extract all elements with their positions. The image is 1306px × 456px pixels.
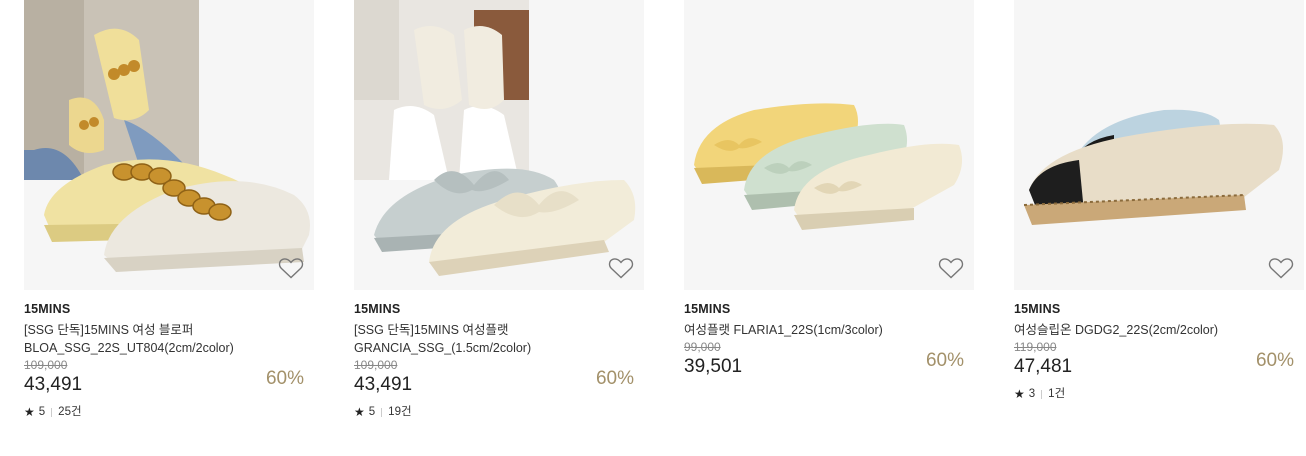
rating-summary: ★ 5 25건: [24, 405, 314, 419]
product-brand[interactable]: 15MINS: [684, 301, 974, 317]
star-icon: ★: [354, 405, 365, 419]
discount-rate: 60%: [925, 350, 964, 371]
heart-outline-icon[interactable]: [608, 256, 634, 280]
product-card[interactable]: 15MINS [SSG 단독]15MINS 여성 블로퍼 BLOA_SSG_22…: [24, 0, 314, 419]
product-name[interactable]: [SSG 단독]15MINS 여성 블로퍼 BLOA_SSG_22S_UT804…: [24, 321, 314, 357]
product-name-line[interactable]: 여성슬립온 DGDG2_22S(2cm/2color): [1014, 321, 1304, 339]
heart-outline-icon[interactable]: [938, 256, 964, 280]
heart-outline-icon[interactable]: [1268, 256, 1294, 280]
star-icon: ★: [24, 405, 35, 419]
product-name-line[interactable]: GRANCIA_SSG_(1.5cm/2color): [354, 339, 644, 357]
review-count: 1건: [1048, 388, 1066, 400]
product-brand[interactable]: 15MINS: [1014, 301, 1304, 317]
product-image[interactable]: [684, 0, 974, 290]
star-icon: ★: [1014, 387, 1025, 401]
yellow-chain-mule-image: [24, 0, 314, 290]
product-image[interactable]: [1014, 0, 1304, 290]
rating-summary: ★ 5 19건: [354, 405, 644, 419]
ballet-flats-image: [684, 0, 974, 290]
product-name-line[interactable]: [SSG 단독]15MINS 여성플랫: [354, 321, 644, 339]
rating-score: 5: [38, 406, 46, 418]
product-name[interactable]: 여성슬립온 DGDG2_22S(2cm/2color): [1014, 321, 1304, 339]
product-name[interactable]: [SSG 단독]15MINS 여성플랫 GRANCIA_SSG_(1.5cm/2…: [354, 321, 644, 357]
price-block: 109,000 43,491 60%: [354, 358, 644, 400]
price-block: 119,000 47,481 60%: [1014, 340, 1304, 382]
product-brand[interactable]: 15MINS: [24, 301, 314, 317]
divider: [381, 407, 383, 417]
rating-score: 5: [368, 406, 376, 418]
product-name-line[interactable]: [SSG 단독]15MINS 여성 블로퍼: [24, 321, 314, 339]
product-name-line[interactable]: 여성플랫 FLARIA1_22S(1cm/3color): [684, 321, 974, 339]
product-image[interactable]: [354, 0, 644, 290]
discount-rate: 60%: [265, 368, 304, 389]
review-count: 25건: [58, 406, 82, 418]
product-card[interactable]: 15MINS 여성플랫 FLARIA1_22S(1cm/3color) 99,0…: [684, 0, 974, 382]
heart-outline-icon[interactable]: [278, 256, 304, 280]
product-card[interactable]: 15MINS [SSG 단독]15MINS 여성플랫 GRANCIA_SSG_(…: [354, 0, 644, 419]
divider: [51, 407, 53, 417]
rating-score: 3: [1028, 388, 1036, 400]
product-brand[interactable]: 15MINS: [354, 301, 644, 317]
product-image[interactable]: [24, 0, 314, 290]
espadrille-image: [1014, 0, 1304, 290]
product-name[interactable]: 여성플랫 FLARIA1_22S(1cm/3color): [684, 321, 974, 339]
rating-summary: ★ 3 1건: [1014, 387, 1304, 401]
product-name-line[interactable]: BLOA_SSG_22S_UT804(2cm/2color): [24, 339, 314, 357]
discount-rate: 60%: [595, 368, 634, 389]
review-count: 19건: [388, 406, 412, 418]
bow-flat-image: [354, 0, 644, 290]
price-block: 109,000 43,491 60%: [24, 358, 314, 400]
price-block: 99,000 39,501 60%: [684, 340, 974, 382]
discount-rate: 60%: [1255, 350, 1294, 371]
product-card[interactable]: 15MINS 여성슬립온 DGDG2_22S(2cm/2color) 119,0…: [1014, 0, 1304, 401]
divider: [1041, 389, 1043, 399]
